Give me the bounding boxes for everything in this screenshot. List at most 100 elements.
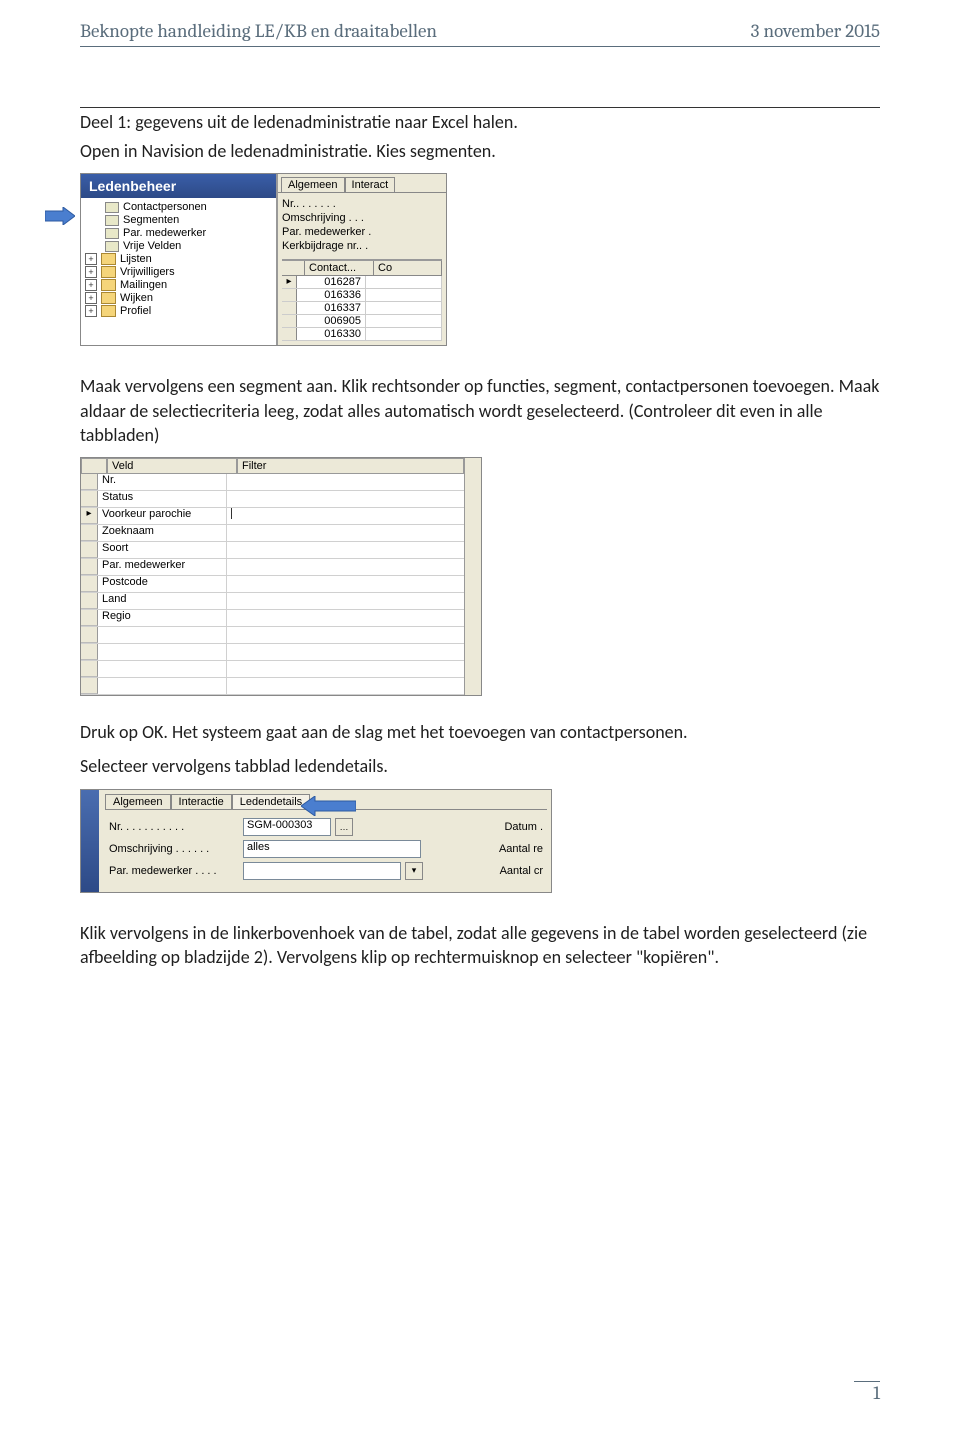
tab-algemeen[interactable]: Algemeen (105, 794, 171, 809)
page-number: 1 (854, 1381, 880, 1404)
row-selector[interactable] (81, 559, 98, 575)
grid-cell[interactable]: 016330 (297, 328, 366, 340)
row-selector[interactable] (81, 644, 98, 660)
tree-item[interactable]: +Wijken (85, 292, 272, 305)
table-row[interactable] (81, 661, 464, 678)
veld-cell[interactable]: Postcode (98, 576, 227, 592)
tree-item[interactable]: +Vrijwilligers (85, 266, 272, 279)
grid-cell[interactable]: 016287 (297, 276, 366, 288)
tab-algemeen[interactable]: Algemeen (281, 177, 345, 192)
table-row[interactable]: ▸Voorkeur parochie (81, 508, 464, 525)
mini-grid[interactable]: Contact... Co ▸016287 016336 016337 0069… (282, 259, 442, 341)
table-row[interactable]: Regio (81, 610, 464, 627)
veld-cell[interactable]: Soort (98, 542, 227, 558)
veld-cell[interactable] (98, 678, 227, 694)
expand-icon[interactable]: + (85, 292, 97, 304)
grid-cell[interactable]: 016337 (297, 302, 366, 314)
veld-cell[interactable]: Voorkeur parochie (98, 508, 227, 524)
filter-cell[interactable] (227, 525, 464, 541)
veld-cell[interactable]: Status (98, 491, 227, 507)
tree-item[interactable]: +Mailingen (85, 279, 272, 292)
filter-cell[interactable] (227, 627, 464, 643)
tree-item[interactable]: Segmenten (85, 214, 272, 227)
filter-cell[interactable] (227, 508, 464, 524)
filter-cell[interactable] (227, 474, 464, 490)
grid-header[interactable]: Co (374, 261, 442, 275)
veld-cell[interactable]: Land (98, 593, 227, 609)
row-selector[interactable] (81, 542, 98, 558)
tree-item[interactable]: +Lijsten (85, 253, 272, 266)
row-selector[interactable] (81, 491, 98, 507)
tab-interact[interactable]: Interact (345, 177, 396, 192)
veld-cell[interactable]: Par. medewerker (98, 559, 227, 575)
field-label: Par. medewerker . (282, 226, 374, 238)
filter-cell[interactable] (227, 491, 464, 507)
filter-cell[interactable] (227, 678, 464, 694)
grid-corner[interactable] (282, 261, 305, 275)
row-selector[interactable]: ▸ (282, 276, 297, 288)
lookup-button[interactable]: ▾ (405, 862, 423, 880)
veld-cell[interactable]: Regio (98, 610, 227, 626)
row-selector[interactable] (81, 678, 98, 694)
tree-view[interactable]: Contactpersonen Segmenten Par. medewerke… (81, 198, 276, 321)
filter-cell[interactable] (227, 576, 464, 592)
tab-ledendetails[interactable]: Ledendetails (232, 794, 310, 809)
column-header-veld[interactable]: Veld (107, 458, 237, 474)
grid-cell[interactable]: 006905 (297, 315, 366, 327)
grid-header[interactable]: Contact... (305, 261, 374, 275)
table-row[interactable]: Postcode (81, 576, 464, 593)
filter-cell[interactable] (227, 644, 464, 660)
veld-cell[interactable] (98, 627, 227, 643)
table-row[interactable] (81, 627, 464, 644)
row-selector[interactable] (81, 661, 98, 677)
left-strip (81, 790, 99, 892)
expand-icon[interactable]: + (85, 266, 97, 278)
grid-corner[interactable] (81, 458, 107, 474)
grid-cell[interactable]: 016336 (297, 289, 366, 301)
table-row[interactable]: Nr. (81, 474, 464, 491)
filter-cell[interactable] (227, 593, 464, 609)
table-row[interactable] (81, 644, 464, 661)
table-row[interactable]: Land (81, 593, 464, 610)
tree-item[interactable]: Contactpersonen (85, 201, 272, 214)
lookup-button[interactable]: … (335, 818, 353, 836)
omschrijving-input[interactable]: alles (243, 840, 421, 858)
row-selector[interactable] (282, 315, 297, 327)
row-selector[interactable]: ▸ (81, 508, 98, 524)
table-row[interactable] (81, 678, 464, 695)
table-row[interactable]: Par. medewerker (81, 559, 464, 576)
veld-cell[interactable] (98, 644, 227, 660)
row-selector[interactable] (81, 627, 98, 643)
expand-icon[interactable]: + (85, 305, 97, 317)
filter-cell[interactable] (227, 559, 464, 575)
row-selector[interactable] (282, 328, 297, 340)
veld-cell[interactable] (98, 661, 227, 677)
field-label: Nr.. . . . . . . (282, 198, 374, 210)
veld-cell[interactable]: Nr. (98, 474, 227, 490)
row-selector[interactable] (81, 610, 98, 626)
row-selector[interactable] (81, 576, 98, 592)
card-icon (105, 241, 119, 252)
filter-cell[interactable] (227, 542, 464, 558)
filter-cell[interactable] (227, 610, 464, 626)
row-selector[interactable] (81, 525, 98, 541)
vertical-scrollbar[interactable] (464, 458, 481, 695)
filter-cell[interactable] (227, 661, 464, 677)
table-row[interactable]: Soort (81, 542, 464, 559)
tree-item[interactable]: Vrije Velden (85, 240, 272, 253)
expand-icon[interactable]: + (85, 253, 97, 265)
row-selector[interactable] (81, 474, 98, 490)
row-selector[interactable] (282, 289, 297, 301)
tab-interactie[interactable]: Interactie (171, 794, 232, 809)
veld-cell[interactable]: Zoeknaam (98, 525, 227, 541)
tree-item[interactable]: +Profiel (85, 305, 272, 318)
row-selector[interactable] (81, 593, 98, 609)
tree-item[interactable]: Par. medewerker (85, 227, 272, 240)
nr-input[interactable]: SGM-000303 (243, 818, 331, 836)
par-medewerker-input[interactable] (243, 862, 401, 880)
table-row[interactable]: Status (81, 491, 464, 508)
column-header-filter[interactable]: Filter (237, 458, 464, 474)
expand-icon[interactable]: + (85, 279, 97, 291)
table-row[interactable]: Zoeknaam (81, 525, 464, 542)
row-selector[interactable] (282, 302, 297, 314)
